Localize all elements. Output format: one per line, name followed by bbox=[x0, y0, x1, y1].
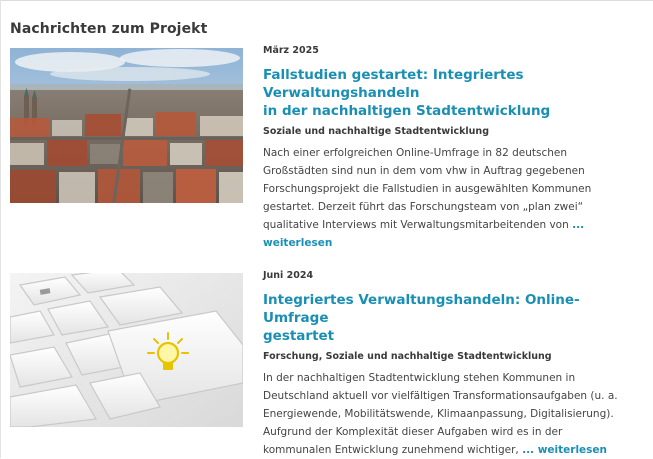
news-panel: Nachrichten zum Projekt März 2025 Fallst… bbox=[0, 0, 653, 458]
news-headline-link[interactable]: Integriertes Verwaltungshandeln: Online-… bbox=[263, 291, 643, 345]
headline-line: gestartet bbox=[263, 328, 335, 344]
headline-line: Fallstudien gestartet: Integriertes Verw… bbox=[263, 67, 524, 101]
news-date: März 2025 bbox=[263, 45, 319, 56]
section-title: Nachrichten zum Projekt bbox=[10, 21, 208, 37]
read-more-link[interactable]: ... bbox=[572, 219, 584, 231]
headline-line: Integriertes Verwaltungshandeln: Online-… bbox=[263, 292, 580, 326]
city-aerial-photo bbox=[10, 48, 243, 203]
news-image-keyboard[interactable] bbox=[10, 273, 243, 427]
teaser-line: Energiewende, Mobilitätswende, Klimaanpa… bbox=[263, 408, 614, 420]
news-teaser: In der nachhaltigen Stadtentwicklung ste… bbox=[263, 369, 643, 459]
read-more-link[interactable]: ... weiterlesen bbox=[522, 444, 607, 456]
headline-line: in der nachhaltigen Stadtentwicklung bbox=[263, 103, 551, 119]
news-headline-link[interactable]: Fallstudien gestartet: Integriertes Verw… bbox=[263, 66, 643, 120]
teaser-line: qualitative Interviews mit Verwaltungsmi… bbox=[263, 216, 643, 234]
news-teaser: Nach einer erfolgreichen Online-Umfrage … bbox=[263, 144, 643, 252]
news-category: Soziale und nachhaltige Stadtentwicklung bbox=[263, 126, 490, 137]
teaser-text: kommunalen Entwicklung zunehmend wichtig… bbox=[263, 444, 519, 456]
news-image-city[interactable] bbox=[10, 48, 243, 203]
read-more-link[interactable]: weiterlesen bbox=[263, 237, 332, 249]
teaser-line: Deutschland aktuell vor vielfältigen Tra… bbox=[263, 390, 618, 402]
teaser-line: Nach einer erfolgreichen Online-Umfrage … bbox=[263, 147, 568, 159]
teaser-line: kommunalen Entwicklung zunehmend wichtig… bbox=[263, 441, 643, 459]
teaser-line: Großstädten sind nun in dem vom vhw in A… bbox=[263, 165, 585, 177]
teaser-line: In der nachhaltigen Stadtentwicklung ste… bbox=[263, 372, 576, 384]
teaser-line: Aufgrund der Komplexität dieser Aufgaben… bbox=[263, 426, 563, 438]
teaser-text: qualitative Interviews mit Verwaltungsmi… bbox=[263, 219, 569, 231]
teaser-line: Forschungsprojekt die Fallstudien in aus… bbox=[263, 183, 592, 195]
news-date: Juni 2024 bbox=[263, 270, 314, 281]
teaser-line: gestartet. Derzeit führt das Forschungst… bbox=[263, 201, 584, 213]
news-category: Forschung, Soziale und nachhaltige Stadt… bbox=[263, 351, 552, 362]
keyboard-lightbulb-photo bbox=[10, 273, 243, 427]
